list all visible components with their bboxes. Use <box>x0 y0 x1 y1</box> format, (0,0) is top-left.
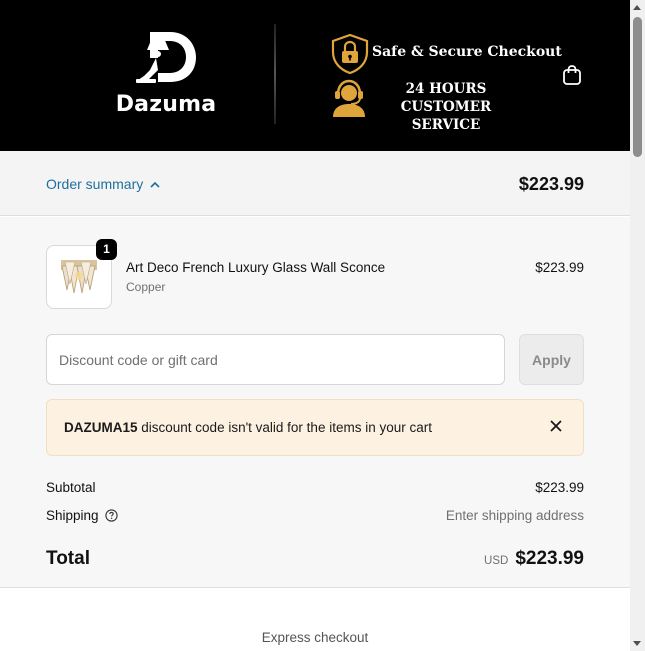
shipping-value: Enter shipping address <box>445 508 584 523</box>
chevron-up-icon <box>150 181 160 188</box>
shopping-bag-icon[interactable] <box>562 64 582 86</box>
discount-code-input[interactable] <box>46 334 505 385</box>
padlock-shield-icon <box>331 34 369 74</box>
site-header: Dazuma Safe & Secure Checkout 24 HOURS C… <box>0 0 630 151</box>
alert-message-text: discount code isn't valid for the items … <box>137 420 432 435</box>
total-amount: USD $223.99 <box>484 548 584 570</box>
close-icon[interactable] <box>547 417 565 435</box>
subtotal-label: Subtotal <box>46 480 96 495</box>
shipping-label: Shipping <box>46 508 99 523</box>
scroll-down-arrow-icon[interactable] <box>633 641 641 646</box>
shipping-row-label: Shipping <box>46 508 118 523</box>
brand-name: Dazuma <box>115 92 217 117</box>
secure-checkout-badge: Safe & Secure Checkout <box>372 44 562 60</box>
order-summary-bar: Order summary $223.99 <box>0 151 630 216</box>
question-circle-icon[interactable] <box>104 509 118 522</box>
customer-service-badge: 24 HOURS CUSTOMER SERVICE <box>400 81 492 133</box>
discount-error-alert: DAZUMA15 discount code isn't valid for t… <box>46 399 584 456</box>
subtotal-value: $223.99 <box>535 480 584 495</box>
alert-message: DAZUMA15 discount code isn't valid for t… <box>64 420 432 435</box>
logo-lamp-icon <box>136 32 196 83</box>
currency-code: USD <box>484 555 509 567</box>
customer-service-agent-icon <box>333 79 365 117</box>
apply-discount-button[interactable]: Apply <box>519 334 584 385</box>
scrollbar-thumb[interactable] <box>633 17 642 157</box>
header-divider <box>274 24 276 124</box>
page-scrollbar[interactable] <box>630 0 645 651</box>
product-variant: Copper <box>126 280 166 294</box>
order-summary-total: $223.99 <box>518 174 584 194</box>
product-price: $223.99 <box>535 260 584 275</box>
product-name: Art Deco French Luxury Glass Wall Sconce <box>126 260 386 275</box>
total-label: Total <box>46 548 90 569</box>
quantity-badge: 1 <box>96 239 117 260</box>
express-checkout-heading: Express checkout <box>261 630 369 645</box>
alert-discount-code: DAZUMA15 <box>64 420 138 435</box>
order-summary-label: Order summary <box>46 176 144 192</box>
scroll-up-arrow-icon[interactable] <box>633 5 641 10</box>
total-value: $223.99 <box>515 548 584 569</box>
brand-logo[interactable]: Dazuma <box>112 24 220 124</box>
order-summary-toggle[interactable]: Order summary <box>46 176 160 192</box>
order-summary-panel: 1 Art Deco French Luxury Glass Wall Scon… <box>0 217 630 588</box>
